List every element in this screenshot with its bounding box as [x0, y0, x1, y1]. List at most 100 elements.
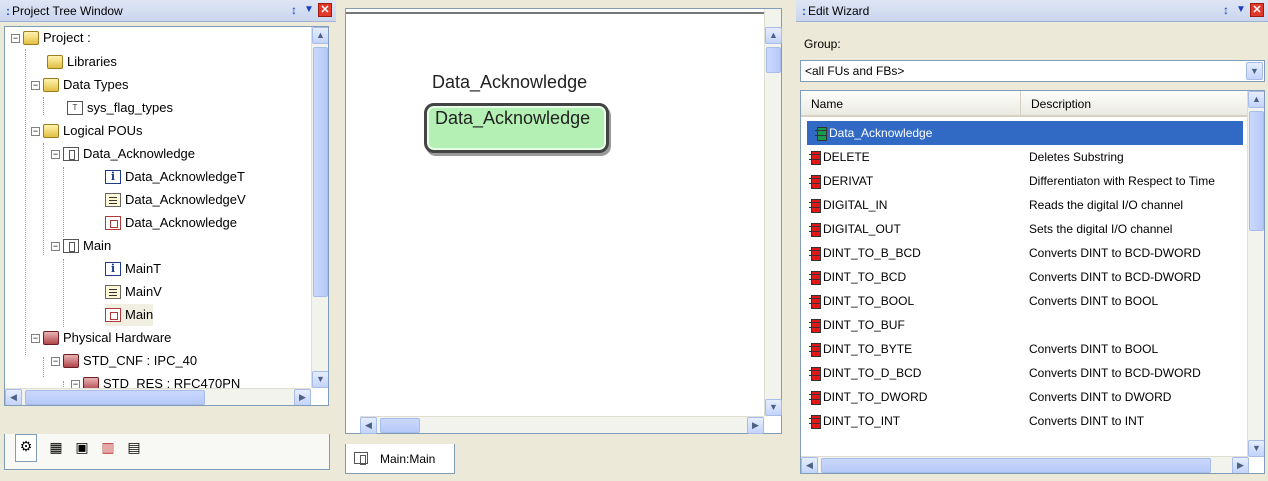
- list-horizontal-scrollbar[interactable]: ◀ ▶: [801, 456, 1249, 473]
- close-icon[interactable]: ✕: [318, 3, 332, 17]
- tree-node-main-t[interactable]: i MainT: [105, 258, 161, 280]
- scroll-right-button[interactable]: ▶: [747, 417, 764, 434]
- tree-line: [63, 167, 64, 237]
- collapse-icon[interactable]: −: [31, 126, 40, 136]
- tree-node-physical-hardware[interactable]: − Physical Hardware: [31, 327, 171, 349]
- tree-node-main-pou[interactable]: − Main: [51, 235, 111, 257]
- scroll-thumb[interactable]: [380, 418, 420, 433]
- group-label: Group:: [804, 37, 841, 51]
- tree-node-main-code[interactable]: Main: [105, 304, 154, 326]
- tree-node-logical-pous[interactable]: − Logical POUs: [31, 120, 142, 142]
- scroll-right-button[interactable]: ▶: [294, 389, 311, 405]
- scroll-down-button[interactable]: ▼: [312, 371, 328, 388]
- scroll-up-button[interactable]: ▲: [1248, 91, 1264, 108]
- column-header-description[interactable]: Description: [1021, 91, 1249, 117]
- close-icon[interactable]: ✕: [1250, 3, 1264, 17]
- variables-icon: [105, 193, 121, 207]
- scroll-up-button[interactable]: ▲: [765, 27, 782, 44]
- hardware-folder-icon: [63, 354, 79, 368]
- scroll-thumb[interactable]: [821, 458, 1211, 473]
- collapse-icon[interactable]: −: [31, 333, 40, 343]
- list-item-description: Converts DINT to INT: [1029, 414, 1145, 428]
- scroll-thumb[interactable]: [25, 390, 205, 405]
- list-item[interactable]: DINT_TO_BYTE Converts DINT to BOOL: [801, 337, 1249, 361]
- list-item[interactable]: DINT_TO_DWORD Converts DINT to DWORD: [801, 385, 1249, 409]
- editor-vertical-scrollbar[interactable]: ▲ ▼: [764, 9, 782, 416]
- function-icon: [809, 247, 821, 261]
- list-item[interactable]: DINT_TO_BOOL Converts DINT to BOOL: [801, 289, 1249, 313]
- scroll-left-button[interactable]: ◀: [360, 417, 377, 434]
- list-item[interactable]: DIGITAL_OUT Sets the digital I/O channel: [801, 217, 1249, 241]
- list-item[interactable]: DERIVAT Differentiaton with Respect to Ti…: [801, 169, 1249, 193]
- tree-node-std-cnf[interactable]: − STD_CNF : IPC_40: [51, 350, 197, 372]
- tree-node-libraries[interactable]: Libraries: [47, 51, 117, 73]
- tree-node-data-acknowledge-v[interactable]: Data_AcknowledgeV: [105, 189, 246, 211]
- collapse-icon[interactable]: −: [51, 149, 60, 159]
- editor-horizontal-scrollbar[interactable]: ◀ ▶: [360, 416, 764, 434]
- function-block[interactable]: Data_Acknowledge: [424, 103, 609, 153]
- scroll-thumb[interactable]: [766, 47, 781, 73]
- hardware-folder-icon: [43, 331, 59, 345]
- tree-node-label: Main: [125, 307, 154, 322]
- tree-node-sys-flag-types[interactable]: T sys_flag_types: [67, 97, 173, 119]
- list-item[interactable]: DINT_TO_B_BCD Converts DINT to BCD-DWORD: [801, 241, 1249, 265]
- list-item-name-cell: Data_Acknowledge: [815, 121, 932, 145]
- list-item-description: Reads the digital I/O channel: [1029, 198, 1184, 212]
- tree-node-data-acknowledge-t[interactable]: i Data_AcknowledgeT: [105, 166, 245, 188]
- variables-tab-icon[interactable]: ▤: [123, 436, 145, 458]
- library-tab-icon[interactable]: ▣: [71, 436, 93, 458]
- tree-vertical-scrollbar[interactable]: ▲ ▼: [311, 27, 328, 388]
- tab-main-main[interactable]: Main:Main: [345, 444, 455, 474]
- project-tree[interactable]: − Project : Libraries − Data Types T sys…: [4, 26, 329, 406]
- collapse-icon[interactable]: −: [51, 356, 60, 366]
- scroll-left-button[interactable]: ◀: [801, 457, 818, 473]
- scroll-thumb[interactable]: [1249, 111, 1264, 231]
- list-item-name: DINT_TO_B_BCD: [823, 246, 921, 260]
- tasks-tab-icon[interactable]: ▥: [97, 436, 119, 458]
- dropdown-icon[interactable]: ▼: [1235, 3, 1247, 17]
- list-item[interactable]: Data_Acknowledge: [807, 121, 1243, 145]
- scroll-thumb[interactable]: [313, 47, 328, 297]
- chevron-down-icon[interactable]: ▼: [1246, 62, 1263, 80]
- scroll-left-button[interactable]: ◀: [5, 389, 22, 405]
- tree-node-data-acknowledge-pou[interactable]: − Data_Acknowledge: [51, 143, 195, 165]
- scroll-up-button[interactable]: ▲: [312, 27, 328, 44]
- list-item[interactable]: DIGITAL_IN Reads the digital I/O channel: [801, 193, 1249, 217]
- list-item[interactable]: DELETE Deletes Substring: [801, 145, 1249, 169]
- folder-icon: [23, 31, 39, 45]
- tree-node-data-types[interactable]: − Data Types: [31, 74, 129, 96]
- group-select[interactable]: <all FUs and FBs> ▼: [800, 60, 1265, 82]
- collapse-icon[interactable]: −: [11, 33, 20, 43]
- tree-node-main-v[interactable]: MainV: [105, 281, 162, 303]
- project-tab-icon[interactable]: ⚙: [15, 434, 37, 462]
- dropdown-icon[interactable]: ▼: [303, 3, 315, 17]
- tree-node-data-acknowledge-code[interactable]: Data_Acknowledge: [105, 212, 237, 234]
- column-header-name[interactable]: Name: [801, 91, 1021, 117]
- list-item[interactable]: DINT_TO_BUF: [801, 313, 1249, 337]
- fu-fb-list[interactable]: Name Description Data_Acknowledge DELETE D…: [800, 90, 1265, 474]
- list-item-name-cell: DINT_TO_D_BCD: [809, 361, 921, 385]
- project-tree-titlebar[interactable]: : Project Tree Window ↕ ▼ ✕: [0, 0, 336, 22]
- tree-node-project[interactable]: − Project :: [11, 27, 91, 49]
- scroll-down-button[interactable]: ▼: [765, 399, 782, 416]
- tree-horizontal-scrollbar[interactable]: ◀ ▶: [5, 388, 311, 405]
- list-item[interactable]: DINT_TO_D_BCD Converts DINT to BCD-DWORD: [801, 361, 1249, 385]
- list-item-name-cell: DINT_TO_BOOL: [809, 289, 914, 313]
- list-item[interactable]: DINT_TO_INT Converts DINT to INT: [801, 409, 1249, 433]
- edit-wizard-titlebar[interactable]: : Edit Wizard ↕ ▼ ✕: [796, 0, 1268, 22]
- list-item-name: DINT_TO_D_BCD: [823, 366, 922, 380]
- function-icon: [809, 319, 821, 333]
- pin-icon[interactable]: ↕: [1220, 3, 1232, 17]
- collapse-icon[interactable]: −: [31, 80, 40, 90]
- list-item[interactable]: DINT_TO_BCD Converts DINT to BCD-DWORD: [801, 265, 1249, 289]
- list-item-name: Data_Acknowledge: [829, 126, 933, 140]
- instance-tab-icon[interactable]: ▦: [45, 436, 67, 458]
- list-item-description: Converts DINT to BCD-DWORD: [1029, 246, 1201, 260]
- pin-icon[interactable]: ↕: [288, 3, 300, 17]
- scroll-right-button[interactable]: ▶: [1232, 457, 1249, 473]
- function-icon: [809, 175, 821, 189]
- collapse-icon[interactable]: −: [51, 241, 60, 251]
- tree-node-label: Libraries: [67, 54, 117, 69]
- scroll-down-button[interactable]: ▼: [1248, 440, 1264, 457]
- list-vertical-scrollbar[interactable]: ▲ ▼: [1247, 91, 1264, 457]
